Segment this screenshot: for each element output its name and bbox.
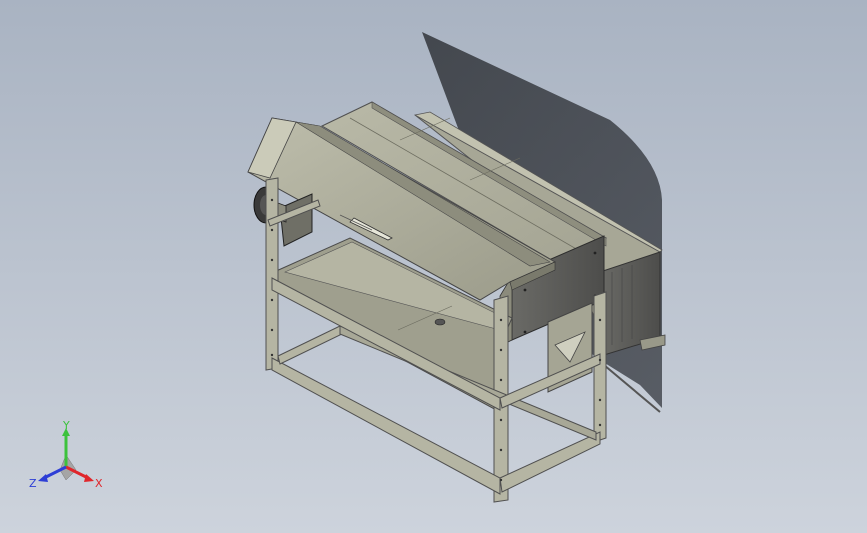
- machine-frame-model[interactable]: [0, 0, 867, 533]
- cad-viewport[interactable]: Y X Z: [0, 0, 867, 533]
- orientation-triad[interactable]: Y X Z: [26, 420, 106, 495]
- y-axis-label: Y: [62, 420, 70, 432]
- z-axis-label: Z: [29, 477, 37, 490]
- x-axis-label: X: [95, 477, 103, 490]
